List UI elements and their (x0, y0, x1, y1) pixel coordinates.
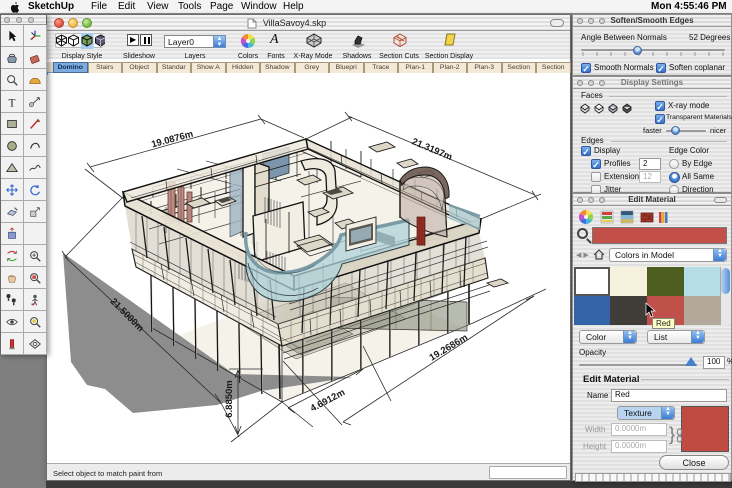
svg-text:T: T (9, 97, 16, 109)
svg-text:21.3197m: 21.3197m (410, 136, 454, 163)
svg-text:19.0876m: 19.0876m (150, 129, 194, 151)
svg-text:4.6912m: 4.6912m (309, 387, 347, 414)
svg-text:6.8850m: 6.8850m (224, 380, 235, 418)
